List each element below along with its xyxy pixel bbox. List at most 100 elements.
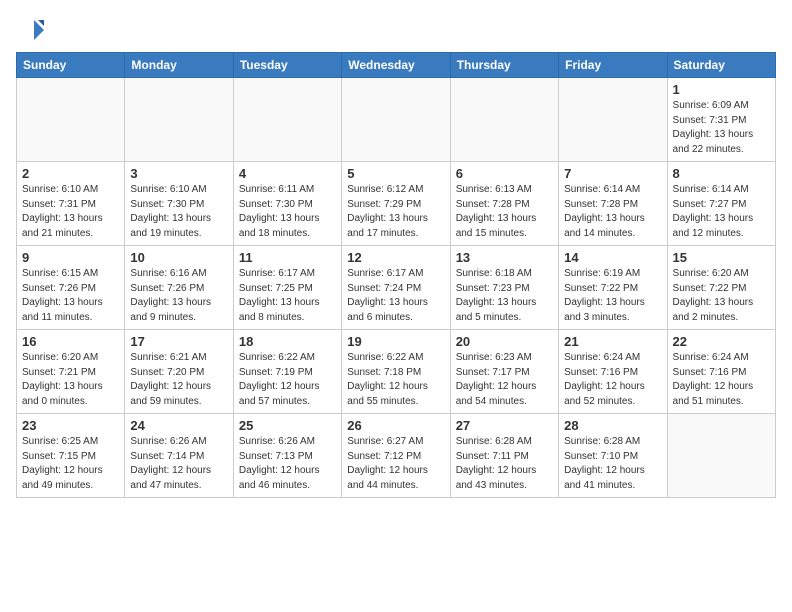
day-info: Sunrise: 6:15 AM Sunset: 7:26 PM Dayligh… — [22, 267, 119, 325]
calendar-cell: 21 Sunrise: 6:24 AM Sunset: 7:16 PM Dayli… — [559, 330, 667, 414]
calendar-week-1: 1 Sunrise: 6:09 AM Sunset: 7:31 PM Daylig… — [17, 78, 776, 162]
day-info: Sunrise: 6:17 AM Sunset: 7:24 PM Dayligh… — [347, 267, 444, 325]
logo — [16, 16, 48, 44]
day-info: Sunrise: 6:10 AM Sunset: 7:31 PM Dayligh… — [22, 183, 119, 241]
day-number: 27 — [456, 418, 553, 433]
day-info: Sunrise: 6:19 AM Sunset: 7:22 PM Dayligh… — [564, 267, 661, 325]
day-number: 1 — [673, 82, 770, 97]
day-info: Sunrise: 6:20 AM Sunset: 7:22 PM Dayligh… — [673, 267, 770, 325]
weekday-header-wednesday: Wednesday — [342, 53, 450, 78]
calendar-week-2: 2 Sunrise: 6:10 AM Sunset: 7:31 PM Daylig… — [17, 162, 776, 246]
calendar-cell: 3 Sunrise: 6:10 AM Sunset: 7:30 PM Daylig… — [125, 162, 233, 246]
day-number: 9 — [22, 250, 119, 265]
day-info: Sunrise: 6:22 AM Sunset: 7:18 PM Dayligh… — [347, 351, 444, 409]
day-info: Sunrise: 6:14 AM Sunset: 7:28 PM Dayligh… — [564, 183, 661, 241]
day-info: Sunrise: 6:20 AM Sunset: 7:21 PM Dayligh… — [22, 351, 119, 409]
calendar-cell: 19Sunrise: 6:22 AM Sunset: 7:18 PM Dayli… — [342, 330, 450, 414]
weekday-header-thursday: Thursday — [450, 53, 558, 78]
calendar-cell: 28 Sunrise: 6:28 AM Sunset: 7:10 PM Dayli… — [559, 414, 667, 498]
day-number: 4 — [239, 166, 336, 181]
day-number: 17 — [130, 334, 227, 349]
calendar-cell — [233, 78, 341, 162]
calendar-cell: 25 Sunrise: 6:26 AM Sunset: 7:13 PM Dayli… — [233, 414, 341, 498]
day-info: Sunrise: 6:14 AM Sunset: 7:27 PM Dayligh… — [673, 183, 770, 241]
calendar-cell: 26Sunrise: 6:27 AM Sunset: 7:12 PM Dayli… — [342, 414, 450, 498]
logo-icon — [16, 16, 44, 44]
day-info: Sunrise: 6:21 AM Sunset: 7:20 PM Dayligh… — [130, 351, 227, 409]
calendar-cell: 16 Sunrise: 6:20 AM Sunset: 7:21 PM Dayli… — [17, 330, 125, 414]
calendar-cell — [125, 78, 233, 162]
weekday-header-tuesday: Tuesday — [233, 53, 341, 78]
calendar-cell: 10 Sunrise: 6:16 AM Sunset: 7:26 PM Dayli… — [125, 246, 233, 330]
day-info: Sunrise: 6:16 AM Sunset: 7:26 PM Dayligh… — [130, 267, 227, 325]
calendar-header-row: SundayMondayTuesdayWednesdayThursdayFrid… — [17, 53, 776, 78]
day-info: Sunrise: 6:22 AM Sunset: 7:19 PM Dayligh… — [239, 351, 336, 409]
day-number: 16 — [22, 334, 119, 349]
weekday-header-friday: Friday — [559, 53, 667, 78]
day-info: Sunrise: 6:25 AM Sunset: 7:15 PM Dayligh… — [22, 435, 119, 493]
day-info: Sunrise: 6:10 AM Sunset: 7:30 PM Dayligh… — [130, 183, 227, 241]
weekday-header-monday: Monday — [125, 53, 233, 78]
calendar-cell: 9 Sunrise: 6:15 AM Sunset: 7:26 PM Daylig… — [17, 246, 125, 330]
calendar-cell: 12 Sunrise: 6:17 AM Sunset: 7:24 PM Dayli… — [342, 246, 450, 330]
day-info: Sunrise: 6:11 AM Sunset: 7:30 PM Dayligh… — [239, 183, 336, 241]
calendar-cell: 6 Sunrise: 6:13 AM Sunset: 7:28 PM Daylig… — [450, 162, 558, 246]
calendar-cell: 13 Sunrise: 6:18 AM Sunset: 7:23 PM Dayli… — [450, 246, 558, 330]
weekday-header-saturday: Saturday — [667, 53, 775, 78]
day-number: 2 — [22, 166, 119, 181]
day-info: Sunrise: 6:24 AM Sunset: 7:16 PM Dayligh… — [673, 351, 770, 409]
calendar-cell: 23 Sunrise: 6:25 AM Sunset: 7:15 PM Dayli… — [17, 414, 125, 498]
day-number: 18 — [239, 334, 336, 349]
day-number: 10 — [130, 250, 227, 265]
day-info: Sunrise: 6:09 AM Sunset: 7:31 PM Dayligh… — [673, 99, 770, 157]
day-info: Sunrise: 6:23 AM Sunset: 7:17 PM Dayligh… — [456, 351, 553, 409]
day-number: 5 — [347, 166, 444, 181]
day-number: 11 — [239, 250, 336, 265]
calendar-cell: 5 Sunrise: 6:12 AM Sunset: 7:29 PM Daylig… — [342, 162, 450, 246]
calendar-cell: 8 Sunrise: 6:14 AM Sunset: 7:27 PM Daylig… — [667, 162, 775, 246]
calendar-cell — [17, 78, 125, 162]
calendar-cell: 17 Sunrise: 6:21 AM Sunset: 7:20 PM Dayli… — [125, 330, 233, 414]
day-number: 25 — [239, 418, 336, 433]
day-info: Sunrise: 6:28 AM Sunset: 7:10 PM Dayligh… — [564, 435, 661, 493]
calendar-cell — [342, 78, 450, 162]
calendar-cell: 24 Sunrise: 6:26 AM Sunset: 7:14 PM Dayli… — [125, 414, 233, 498]
calendar-cell: 27 Sunrise: 6:28 AM Sunset: 7:11 PM Dayli… — [450, 414, 558, 498]
calendar-cell: 4 Sunrise: 6:11 AM Sunset: 7:30 PM Daylig… — [233, 162, 341, 246]
calendar-table: SundayMondayTuesdayWednesdayThursdayFrid… — [16, 52, 776, 498]
day-number: 22 — [673, 334, 770, 349]
day-number: 7 — [564, 166, 661, 181]
weekday-header-sunday: Sunday — [17, 53, 125, 78]
calendar-cell: 14 Sunrise: 6:19 AM Sunset: 7:22 PM Dayli… — [559, 246, 667, 330]
day-number: 28 — [564, 418, 661, 433]
day-number: 12 — [347, 250, 444, 265]
day-info: Sunrise: 6:26 AM Sunset: 7:13 PM Dayligh… — [239, 435, 336, 493]
day-info: Sunrise: 6:24 AM Sunset: 7:16 PM Dayligh… — [564, 351, 661, 409]
calendar-week-3: 9 Sunrise: 6:15 AM Sunset: 7:26 PM Daylig… — [17, 246, 776, 330]
day-info: Sunrise: 6:28 AM Sunset: 7:11 PM Dayligh… — [456, 435, 553, 493]
calendar-cell: 11 Sunrise: 6:17 AM Sunset: 7:25 PM Dayli… — [233, 246, 341, 330]
day-info: Sunrise: 6:13 AM Sunset: 7:28 PM Dayligh… — [456, 183, 553, 241]
day-number: 3 — [130, 166, 227, 181]
day-number: 20 — [456, 334, 553, 349]
day-number: 21 — [564, 334, 661, 349]
calendar-week-4: 16 Sunrise: 6:20 AM Sunset: 7:21 PM Dayli… — [17, 330, 776, 414]
day-info: Sunrise: 6:12 AM Sunset: 7:29 PM Dayligh… — [347, 183, 444, 241]
day-number: 23 — [22, 418, 119, 433]
day-number: 26 — [347, 418, 444, 433]
calendar-week-5: 23 Sunrise: 6:25 AM Sunset: 7:15 PM Dayli… — [17, 414, 776, 498]
day-number: 6 — [456, 166, 553, 181]
calendar-cell: 15 Sunrise: 6:20 AM Sunset: 7:22 PM Dayli… — [667, 246, 775, 330]
day-number: 24 — [130, 418, 227, 433]
calendar-cell: 18 Sunrise: 6:22 AM Sunset: 7:19 PM Dayli… — [233, 330, 341, 414]
day-info: Sunrise: 6:26 AM Sunset: 7:14 PM Dayligh… — [130, 435, 227, 493]
day-number: 15 — [673, 250, 770, 265]
calendar-cell: 20 Sunrise: 6:23 AM Sunset: 7:17 PM Dayli… — [450, 330, 558, 414]
day-number: 14 — [564, 250, 661, 265]
calendar-cell: 7 Sunrise: 6:14 AM Sunset: 7:28 PM Daylig… — [559, 162, 667, 246]
day-info: Sunrise: 6:18 AM Sunset: 7:23 PM Dayligh… — [456, 267, 553, 325]
day-info: Sunrise: 6:17 AM Sunset: 7:25 PM Dayligh… — [239, 267, 336, 325]
calendar-cell — [667, 414, 775, 498]
day-number: 8 — [673, 166, 770, 181]
day-number: 13 — [456, 250, 553, 265]
